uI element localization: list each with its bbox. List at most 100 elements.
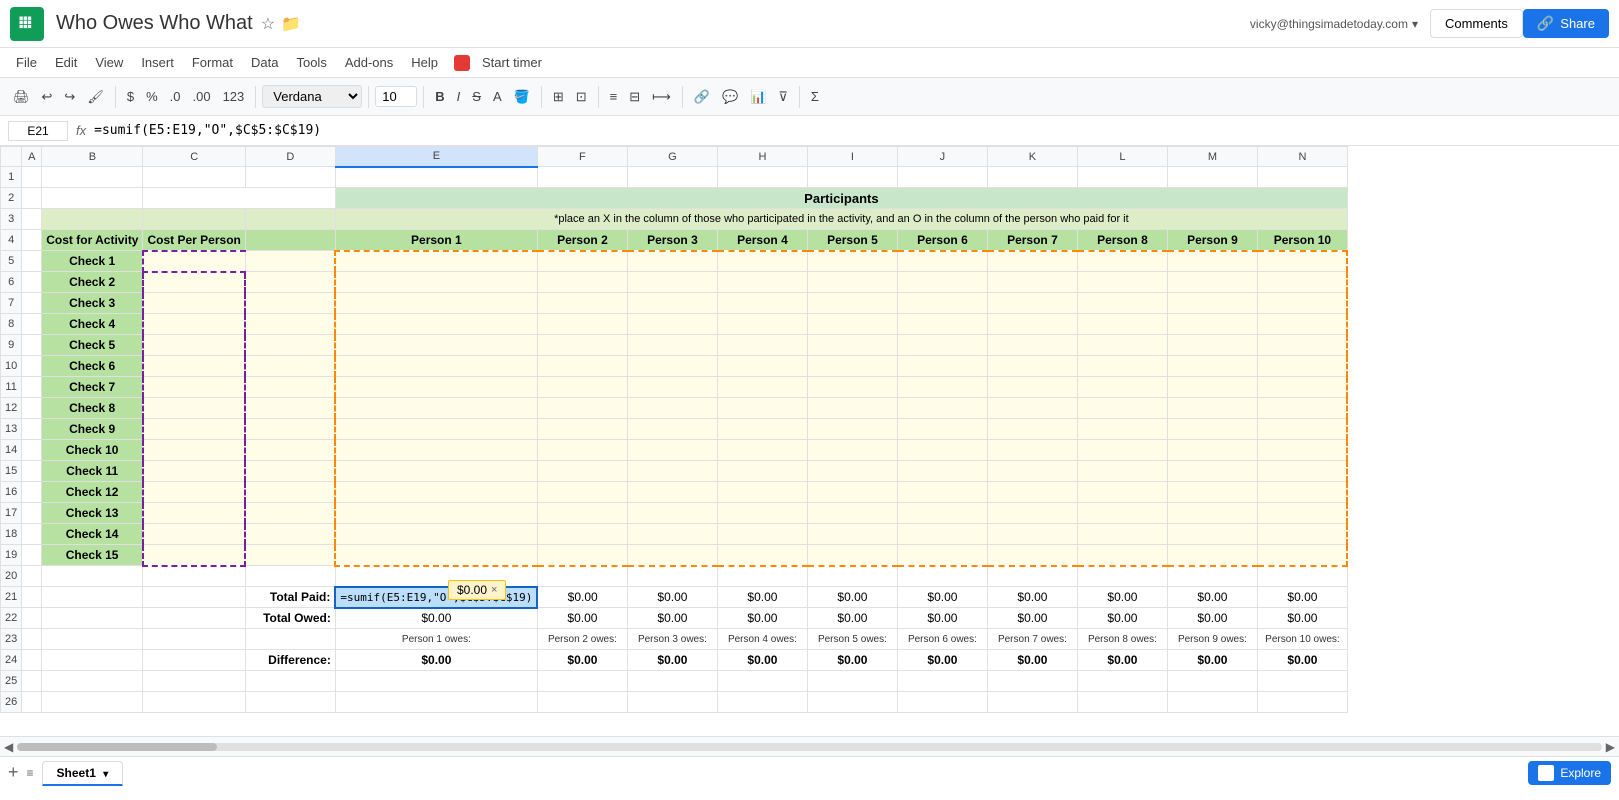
cell-C19[interactable] bbox=[143, 545, 245, 566]
cell-G14[interactable] bbox=[627, 440, 717, 461]
cell-D12[interactable] bbox=[245, 398, 335, 419]
fill-color-button[interactable]: 🪣 bbox=[509, 85, 535, 109]
cell-K5[interactable] bbox=[987, 251, 1077, 272]
cell-H24[interactable]: $0.00 bbox=[717, 650, 807, 671]
cell-C25[interactable] bbox=[143, 671, 245, 692]
row-header-14[interactable]: 14 bbox=[1, 440, 22, 461]
cell-E11[interactable] bbox=[335, 377, 537, 398]
cell-E24[interactable]: $0.00 bbox=[335, 650, 537, 671]
cell-E18[interactable] bbox=[335, 524, 537, 545]
cell-K17[interactable] bbox=[987, 503, 1077, 524]
cell-M10[interactable] bbox=[1167, 356, 1257, 377]
cell-E19[interactable] bbox=[335, 545, 537, 566]
cell-G25[interactable] bbox=[627, 671, 717, 692]
cell-A13[interactable] bbox=[22, 419, 42, 440]
cell-M19[interactable] bbox=[1167, 545, 1257, 566]
print-button[interactable]: 🖨 bbox=[8, 85, 35, 109]
cell-J21[interactable]: $0.00 bbox=[897, 587, 987, 608]
cell-C15[interactable] bbox=[143, 461, 245, 482]
sheet-tab-sheet1[interactable]: Sheet1 ▾ bbox=[42, 761, 124, 786]
row-header-13[interactable]: 13 bbox=[1, 419, 22, 440]
row-header-9[interactable]: 9 bbox=[1, 335, 22, 356]
cell-C5[interactable] bbox=[143, 251, 245, 272]
row-header-23[interactable]: 23 bbox=[1, 629, 22, 650]
sheet-list-button[interactable]: ≡ bbox=[27, 766, 34, 780]
cell-L11[interactable] bbox=[1077, 377, 1167, 398]
strikethrough-button[interactable]: S bbox=[467, 85, 486, 108]
cell-K1[interactable] bbox=[987, 167, 1077, 188]
cell-E26[interactable] bbox=[335, 692, 537, 713]
scrollbar-thumb[interactable] bbox=[17, 743, 217, 751]
cell-H26[interactable] bbox=[717, 692, 807, 713]
menu-file[interactable]: File bbox=[8, 52, 45, 73]
wrap-button[interactable]: ⟼ bbox=[647, 85, 676, 109]
currency-button[interactable]: $ bbox=[122, 85, 139, 108]
share-button[interactable]: 🔗 Share bbox=[1523, 9, 1609, 38]
cell-A4[interactable] bbox=[22, 230, 42, 251]
cell-M20[interactable] bbox=[1167, 566, 1257, 587]
col-header-F[interactable]: F bbox=[537, 147, 627, 167]
row-header-7[interactable]: 7 bbox=[1, 293, 22, 314]
cell-K21[interactable]: $0.00 bbox=[987, 587, 1077, 608]
cell-J24[interactable]: $0.00 bbox=[897, 650, 987, 671]
cell-A18[interactable] bbox=[22, 524, 42, 545]
cell-F12[interactable] bbox=[537, 398, 627, 419]
cell-M9[interactable] bbox=[1167, 335, 1257, 356]
cell-A21[interactable] bbox=[22, 587, 42, 608]
menu-tools[interactable]: Tools bbox=[288, 52, 334, 73]
cell-A25[interactable] bbox=[22, 671, 42, 692]
formula-input[interactable] bbox=[94, 123, 1611, 138]
cell-K13[interactable] bbox=[987, 419, 1077, 440]
cell-G8[interactable] bbox=[627, 314, 717, 335]
cell-A2[interactable] bbox=[22, 188, 42, 209]
row-header-6[interactable]: 6 bbox=[1, 272, 22, 293]
cell-L15[interactable] bbox=[1077, 461, 1167, 482]
cell-D15[interactable] bbox=[245, 461, 335, 482]
link-button[interactable]: 🔗 bbox=[689, 85, 715, 109]
cell-F5[interactable] bbox=[537, 251, 627, 272]
cell-N19[interactable] bbox=[1257, 545, 1347, 566]
cell-E15[interactable] bbox=[335, 461, 537, 482]
cell-E14[interactable] bbox=[335, 440, 537, 461]
user-dropdown-icon[interactable]: ▾ bbox=[1412, 17, 1418, 31]
cell-N16[interactable] bbox=[1257, 482, 1347, 503]
cell-F14[interactable] bbox=[537, 440, 627, 461]
cell-D1[interactable] bbox=[245, 167, 335, 188]
cell-F20[interactable] bbox=[537, 566, 627, 587]
row-header-4[interactable]: 4 bbox=[1, 230, 22, 251]
cell-L8[interactable] bbox=[1077, 314, 1167, 335]
row-header-26[interactable]: 26 bbox=[1, 692, 22, 713]
cell-H1[interactable] bbox=[717, 167, 807, 188]
star-icon[interactable]: ☆ bbox=[261, 14, 275, 34]
cell-I14[interactable] bbox=[807, 440, 897, 461]
cell-N21[interactable]: $0.00 bbox=[1257, 587, 1347, 608]
cell-M12[interactable] bbox=[1167, 398, 1257, 419]
cell-reference-input[interactable] bbox=[8, 121, 68, 141]
cell-I13[interactable] bbox=[807, 419, 897, 440]
cell-I5[interactable] bbox=[807, 251, 897, 272]
cell-D14[interactable] bbox=[245, 440, 335, 461]
cell-E21[interactable]: =sumif(E5:E19,"O",$C$5:$C$19) bbox=[335, 587, 537, 608]
font-selector[interactable]: Verdana bbox=[262, 85, 362, 108]
cell-C2[interactable] bbox=[143, 188, 245, 209]
row-header-1[interactable]: 1 bbox=[1, 167, 22, 188]
row-header-10[interactable]: 10 bbox=[1, 356, 22, 377]
cell-K20[interactable] bbox=[987, 566, 1077, 587]
cell-G11[interactable] bbox=[627, 377, 717, 398]
cell-K9[interactable] bbox=[987, 335, 1077, 356]
cell-D5[interactable] bbox=[245, 251, 335, 272]
cell-K7[interactable] bbox=[987, 293, 1077, 314]
cell-F26[interactable] bbox=[537, 692, 627, 713]
col-header-H[interactable]: H bbox=[717, 147, 807, 167]
cell-A15[interactable] bbox=[22, 461, 42, 482]
chart-button[interactable]: 📊 bbox=[745, 85, 771, 109]
cell-L18[interactable] bbox=[1077, 524, 1167, 545]
cell-F15[interactable] bbox=[537, 461, 627, 482]
borders-button[interactable]: ⊞ bbox=[548, 85, 569, 109]
cell-I10[interactable] bbox=[807, 356, 897, 377]
cell-J9[interactable] bbox=[897, 335, 987, 356]
cell-N7[interactable] bbox=[1257, 293, 1347, 314]
format-123-button[interactable]: 123 bbox=[218, 85, 250, 108]
cell-K14[interactable] bbox=[987, 440, 1077, 461]
cell-I9[interactable] bbox=[807, 335, 897, 356]
